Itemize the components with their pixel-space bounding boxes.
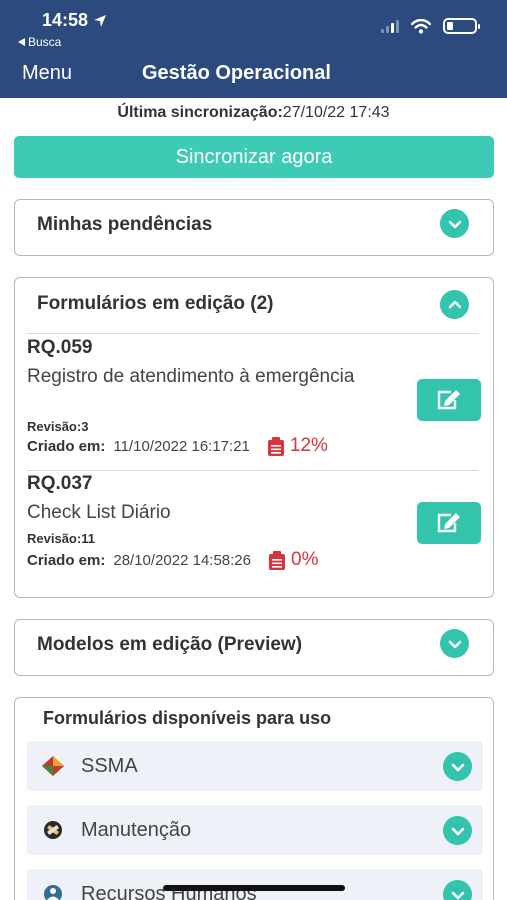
clipboard-icon (269, 550, 285, 570)
available-forms-card: Formulários disponíveis para uso SSMA Ma… (14, 697, 494, 900)
location-arrow-icon (94, 14, 107, 27)
chevron-down-icon[interactable] (440, 629, 469, 658)
divider (27, 470, 479, 471)
available-forms-title: Formulários disponíveis para uso (43, 708, 332, 728)
page-title: Gestão Operacional (142, 62, 331, 84)
form-progress: 0% (269, 549, 318, 571)
category-row-ssma[interactable]: SSMA (27, 741, 483, 791)
edit-form-button[interactable] (417, 502, 481, 544)
menu-button[interactable]: Menu (22, 62, 72, 85)
pending-title: Minhas pendências (37, 214, 213, 235)
form-code: RQ.059 (27, 337, 93, 358)
battery-icon (443, 18, 480, 34)
models-card[interactable]: Modelos em edição (Preview) (14, 619, 494, 676)
form-code: RQ.037 (27, 473, 93, 494)
clipboard-icon (267, 436, 284, 456)
edit-icon (437, 390, 460, 410)
chevron-down-icon[interactable] (443, 880, 472, 900)
form-created: Criado em: 11/10/2022 16:17:21 12% (27, 435, 328, 457)
editing-forms-title: Formulários em edição (2) (37, 293, 274, 314)
editing-forms-card: Formulários em edição (2) RQ.059 Registr… (14, 277, 494, 598)
form-created: Criado em: 28/10/2022 14:58:26 0% (27, 549, 319, 571)
edit-form-button[interactable] (417, 379, 481, 421)
sync-now-button[interactable]: Sincronizar agora (14, 136, 494, 178)
chevron-down-icon[interactable] (440, 209, 469, 238)
back-to-app[interactable]: Busca (18, 35, 61, 49)
wifi-icon (411, 18, 431, 34)
status-indicators (381, 18, 480, 34)
form-progress: 12% (267, 435, 328, 457)
back-triangle-icon (18, 38, 25, 46)
divider (27, 333, 479, 334)
app-header: 14:58 Busca Menu Gestão Operacional (0, 0, 507, 98)
chevron-down-icon[interactable] (443, 816, 472, 845)
ssma-icon (42, 756, 64, 776)
chevron-up-icon[interactable] (440, 290, 469, 319)
form-name: Registro de atendimento à emergência (27, 366, 355, 387)
category-row-manutencao[interactable]: Manutenção (27, 805, 483, 855)
form-revision: Revisão:3 (27, 419, 89, 434)
status-time: 14:58 (42, 10, 107, 31)
form-name: Check List Diário (27, 502, 171, 523)
models-title: Modelos em edição (Preview) (37, 634, 303, 655)
maintenance-icon (44, 821, 62, 839)
chevron-down-icon[interactable] (443, 752, 472, 781)
pending-card[interactable]: Minhas pendências (14, 199, 494, 256)
home-indicator[interactable] (163, 885, 345, 891)
form-revision: Revisão:11 (27, 531, 95, 546)
edit-icon (437, 513, 460, 533)
last-sync: Última sincronização:27/10/22 17:43 (117, 104, 390, 121)
hr-icon (44, 885, 62, 900)
signal-icon (381, 19, 399, 33)
